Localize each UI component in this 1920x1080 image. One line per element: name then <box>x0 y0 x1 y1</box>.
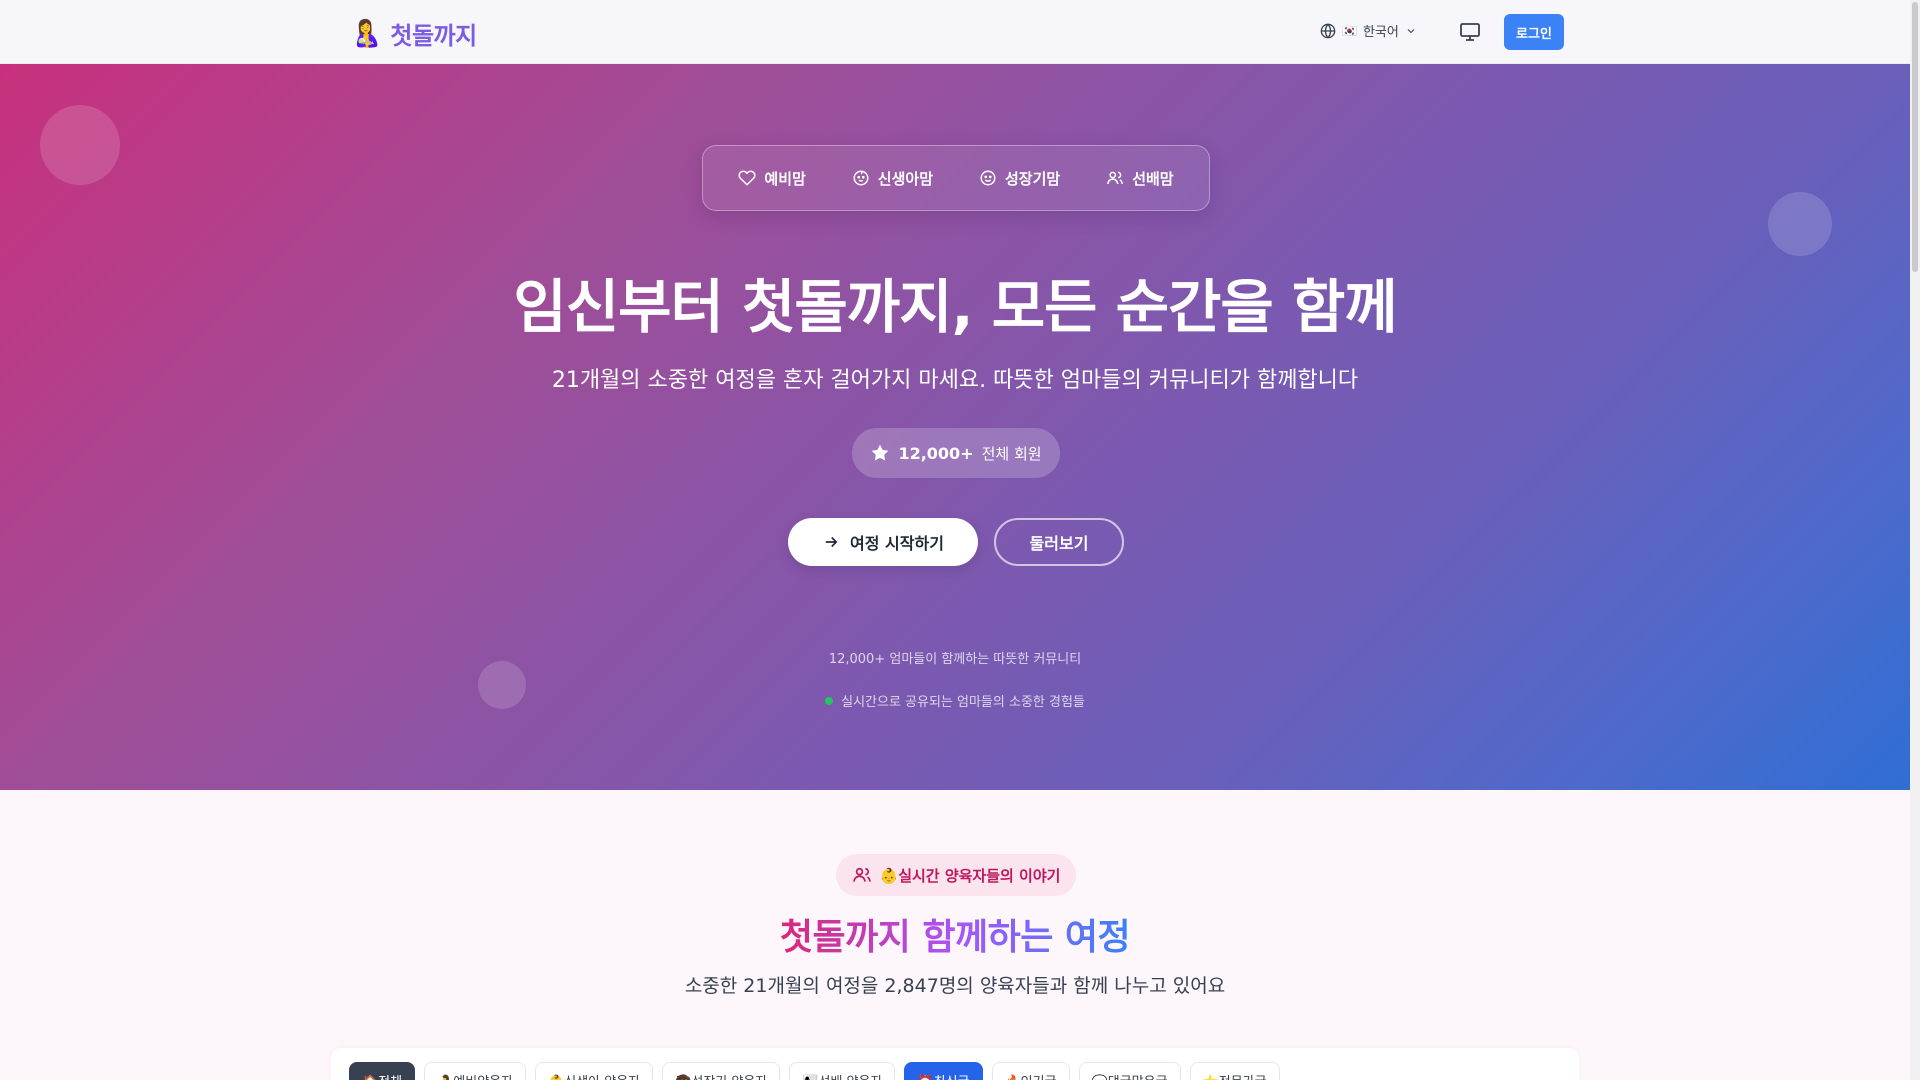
live-dot-icon <box>825 697 834 705</box>
smile-face-icon <box>980 170 996 186</box>
filter-growing[interactable]: 🧒성장기 양육자 <box>662 1062 781 1080</box>
filter-latest[interactable]: ⏰최신글 <box>904 1062 983 1080</box>
start-journey-label: 여정 시작하기 <box>850 534 944 553</box>
browse-button[interactable]: 둘러보기 <box>994 518 1124 566</box>
star-icon <box>872 444 889 461</box>
filter-expert[interactable]: ⭐전문가글 <box>1189 1062 1280 1080</box>
stage-tabs: 예비맘 신생아맘 성장기맘 선배맘 <box>702 145 1210 211</box>
hero-subtitle: 21개월의 소중한 여정을 혼자 걸어가지 마세요. 따뜻한 엄마들의 커뮤니티… <box>551 368 1359 393</box>
start-journey-button[interactable]: 여정 시작하기 <box>788 518 978 566</box>
tab-senior-mom[interactable]: 선배맘 <box>1106 168 1174 189</box>
language-selector[interactable]: 🇰🇷 한국어 <box>1320 21 1417 40</box>
filter-all[interactable]: 🏠전체 <box>349 1062 416 1080</box>
tab-label: 성장기맘 <box>1005 169 1061 188</box>
section-title-text: 첫돌까지 함께하는 여정 <box>779 917 1131 958</box>
community-note: 12,000+ 엄마들이 함께하는 따뜻한 커뮤니티 <box>828 652 1082 667</box>
filter-popular[interactable]: 🔥인기글 <box>991 1062 1070 1080</box>
login-button[interactable]: 로그인 <box>1504 14 1564 50</box>
tab-label: 예비맘 <box>764 169 806 188</box>
heart-icon <box>738 170 756 186</box>
live-indicator: 실시간으로 공유되는 엄마들의 소중한 경험들 <box>0 691 1910 710</box>
filter-most-comments[interactable]: 💬댓글많은글 <box>1078 1062 1181 1080</box>
arrow-right-icon <box>825 536 838 548</box>
member-count-label: 전체 회원 <box>981 444 1042 463</box>
language-label: 한국어 <box>1362 25 1399 40</box>
hero-section: 예비맘 신생아맘 성장기맘 선배맘 임신부터 첫돌까지, 모든 순간을 함께 2… <box>0 64 1910 790</box>
section-badge-label: 👶실시간 양육자들의 이야기 <box>879 866 1061 885</box>
monitor-icon[interactable] <box>1458 20 1482 44</box>
hero-title: 임신부터 첫돌까지, 모든 순간을 함께 <box>513 273 1397 341</box>
filter-expecting[interactable]: 🤰예비양육자 <box>424 1062 527 1080</box>
top-header: 🤱 첫돌까지 🇰🇷 한국어 로그인 <box>0 0 1910 64</box>
tab-expecting-mom[interactable]: 예비맘 <box>738 168 806 189</box>
baby-face-icon <box>853 170 869 186</box>
globe-icon <box>1320 23 1336 38</box>
tab-growing-mom[interactable]: 성장기맘 <box>979 168 1060 189</box>
live-text: 실시간으로 공유되는 엄마들의 소중한 경험들 <box>841 695 1085 710</box>
section-title: 첫돌까지 함께하는 여정 <box>0 908 1910 960</box>
users-icon <box>1107 171 1124 185</box>
decorative-bubble <box>1768 192 1832 256</box>
section-badge: 👶실시간 양육자들의 이야기 <box>836 854 1076 896</box>
logo-mother-icon: 🤱 <box>350 18 383 49</box>
logo-text: 첫돌까지 <box>390 22 477 50</box>
section-subtitle: 소중한 21개월의 여정을 2,847명의 양육자들과 함께 나누고 있어요 <box>684 975 1226 997</box>
filter-senior[interactable]: 👩‍👧선배 양육자 <box>789 1062 896 1080</box>
scrollbar[interactable] <box>1910 0 1920 1080</box>
tab-newborn-mom[interactable]: 신생아맘 <box>852 168 933 189</box>
chevron-down-icon <box>1407 28 1415 33</box>
korea-flag-icon: 🇰🇷 <box>1342 23 1357 38</box>
tab-label: 선배맘 <box>1132 169 1174 188</box>
filter-newborn[interactable]: 👶신생아 양육자 <box>535 1062 654 1080</box>
logo[interactable]: 🤱 첫돌까지 <box>350 16 477 51</box>
users-icon <box>852 867 871 882</box>
member-count-badge: 12,000+ 전체 회원 <box>852 428 1060 478</box>
decorative-bubble <box>40 105 120 185</box>
member-count: 12,000+ <box>898 443 974 463</box>
scrollbar-thumb[interactable] <box>1912 2 1918 272</box>
tab-label: 신생아맘 <box>877 169 933 188</box>
filter-chips: 🏠전체 🤰예비양육자 👶신생아 양육자 🧒성장기 양육자 👩‍👧선배 양육자 ⏰… <box>349 1062 1280 1080</box>
